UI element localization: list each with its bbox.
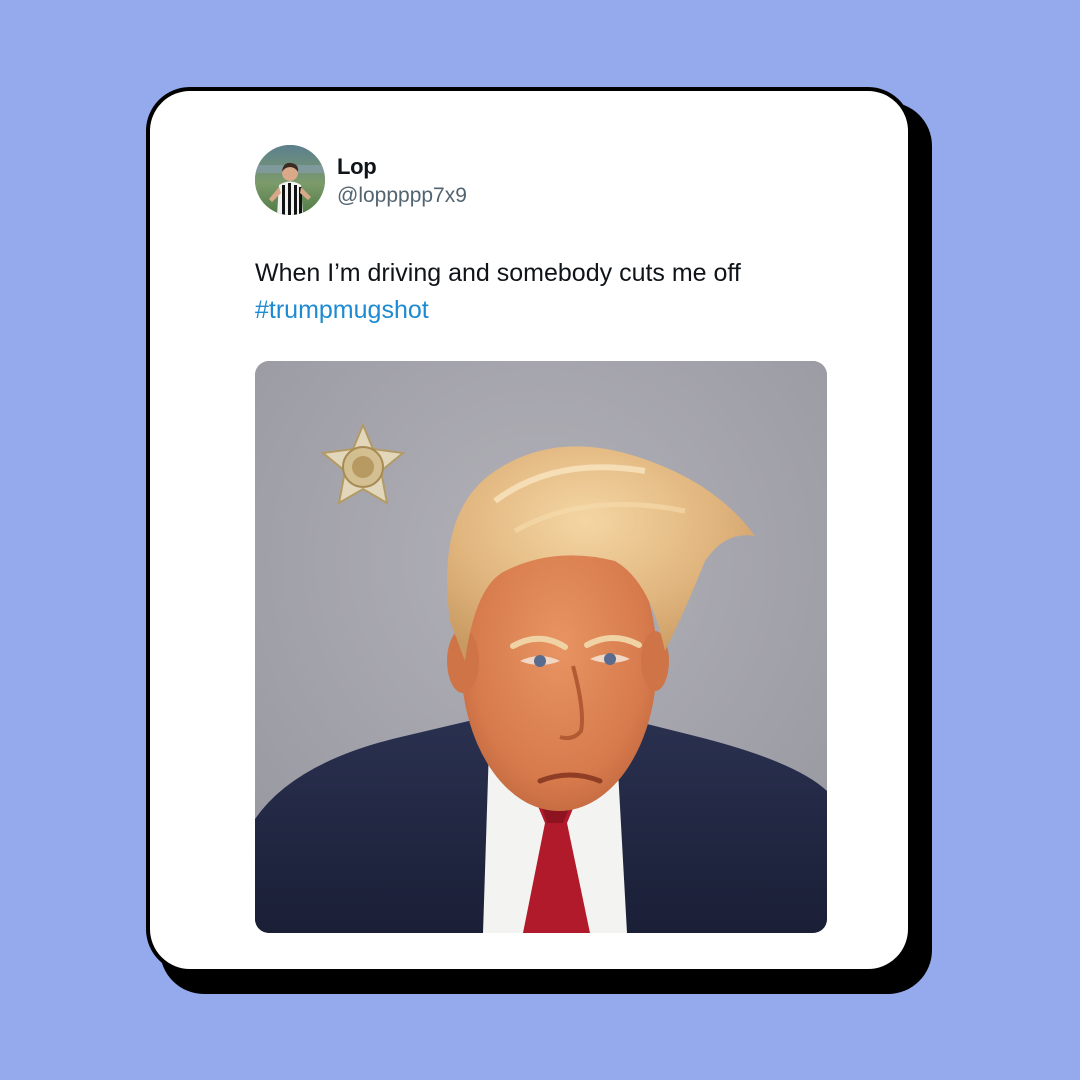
hashtag-link[interactable]: #trumpmugshot: [255, 292, 855, 329]
canvas: Lop @loppppp7x9 When I’m driving and som…: [0, 0, 1080, 1080]
tweet-text: When I’m driving and somebody cuts me of…: [255, 255, 855, 329]
mugshot-photo: [255, 361, 827, 933]
avatar-photo: [255, 145, 325, 215]
tweet-card: Lop @loppppp7x9 When I’m driving and som…: [146, 87, 912, 973]
tweet-media[interactable]: [255, 361, 827, 933]
tweet-body: When I’m driving and somebody cuts me of…: [255, 259, 741, 287]
author-name[interactable]: Lop: [337, 154, 377, 180]
avatar[interactable]: [255, 145, 325, 215]
author-handle[interactable]: @loppppp7x9: [337, 184, 467, 208]
